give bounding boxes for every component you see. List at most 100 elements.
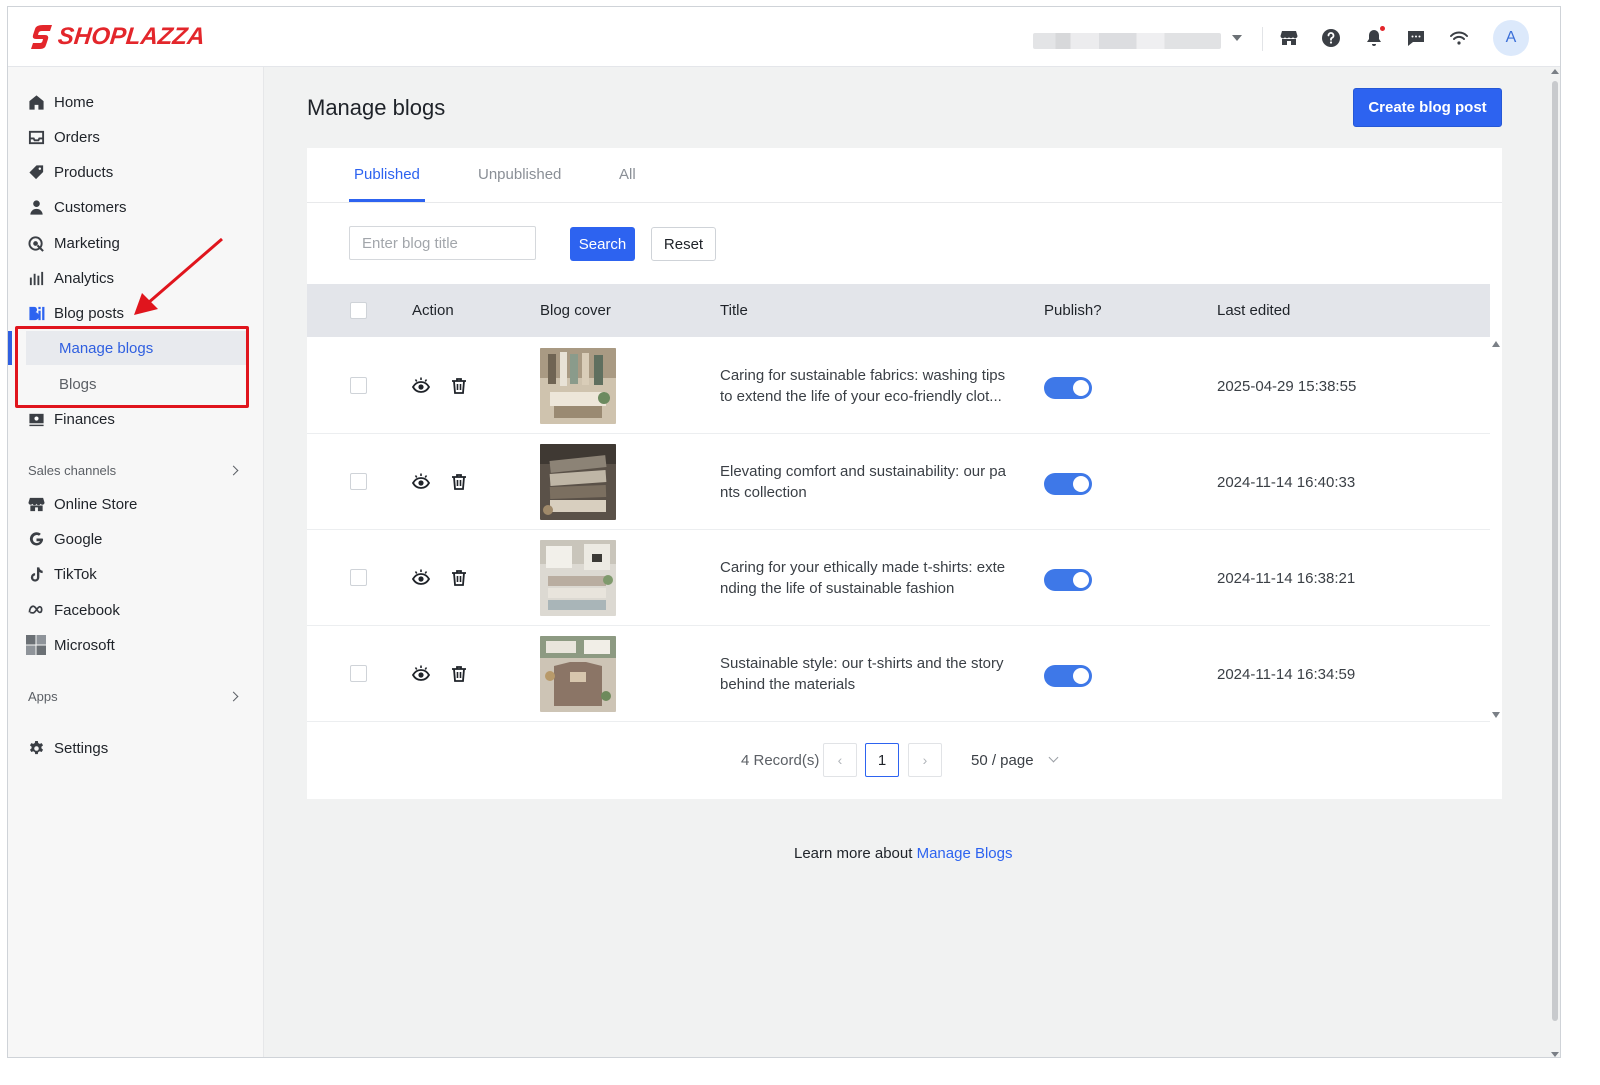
notification-dot: [1380, 26, 1385, 31]
blogs-card: Published Unpublished All Search Reset A…: [307, 148, 1502, 799]
table-row: Sustainable style: our t-shirts and the …: [307, 626, 1490, 722]
marketing-icon: [27, 234, 45, 252]
chevron-down-icon[interactable]: [1048, 752, 1059, 763]
sidebar-item-label: Microsoft: [54, 636, 115, 654]
sidebar: Home Orders Products Customers Marketing…: [8, 67, 264, 1057]
delete-trash-icon[interactable]: [449, 568, 469, 588]
sidebar-item-microsoft[interactable]: Microsoft: [8, 628, 264, 662]
sidebar-item-orders[interactable]: Orders: [8, 120, 264, 154]
row-checkbox[interactable]: [350, 569, 367, 586]
sidebar-item-label: TikTok: [54, 565, 97, 583]
row-checkbox[interactable]: [350, 377, 367, 394]
scroll-up-icon[interactable]: [1551, 69, 1559, 74]
tab-unpublished[interactable]: Unpublished: [478, 166, 561, 183]
pagination: 4 Record(s) ‹ 1 › 50 / page: [307, 743, 1502, 779]
chevron-right-icon[interactable]: [228, 465, 239, 476]
last-edited-date: 2024-11-14 16:34:59: [1217, 666, 1356, 683]
blog-title[interactable]: Caring for your ethically made t-shirts:…: [720, 557, 1012, 599]
next-page-button[interactable]: ›: [908, 743, 942, 777]
select-all-checkbox[interactable]: [350, 302, 367, 319]
store-selector[interactable]: [1033, 33, 1221, 49]
bell-icon[interactable]: [1363, 26, 1385, 49]
row-checkbox[interactable]: [350, 473, 367, 490]
gear-icon: [27, 739, 45, 757]
sidebar-item-home[interactable]: Home: [8, 85, 264, 119]
tab-bar: Published Unpublished All: [307, 148, 1502, 203]
scrollbar-thumb[interactable]: [1552, 81, 1558, 1021]
manage-blogs-help-link[interactable]: Manage Blogs: [917, 845, 1013, 862]
tag-icon: [27, 163, 45, 181]
sidebar-item-label: Google: [54, 530, 103, 548]
meta-icon: [27, 601, 45, 619]
blog-cover-image: [540, 636, 616, 712]
column-header-publish: Publish?: [1044, 302, 1102, 319]
chevron-down-icon[interactable]: [1232, 35, 1242, 41]
store-icon: [27, 495, 45, 513]
reset-button[interactable]: Reset: [651, 227, 716, 261]
blog-title[interactable]: Sustainable style: our t-shirts and the …: [720, 653, 1012, 695]
sidebar-item-label: Orders: [54, 128, 100, 146]
table-row: Elevating comfort and sustainability: ou…: [307, 434, 1490, 530]
search-input[interactable]: [349, 226, 536, 260]
table-row: Caring for your ethically made t-shirts:…: [307, 530, 1490, 626]
page-scrollbar[interactable]: [1549, 67, 1560, 1057]
table-scroll-up-icon[interactable]: [1492, 341, 1500, 347]
delete-trash-icon[interactable]: [449, 472, 469, 492]
help-icon[interactable]: [1320, 27, 1342, 49]
sidebar-item-label: Settings: [54, 739, 109, 757]
blog-title[interactable]: Elevating comfort and sustainability: ou…: [720, 461, 1012, 503]
sidebar-item-products[interactable]: Products: [8, 155, 264, 189]
avatar[interactable]: A: [1493, 20, 1529, 56]
row-checkbox[interactable]: [350, 665, 367, 682]
chevron-right-icon[interactable]: [228, 691, 239, 702]
delete-trash-icon[interactable]: [449, 664, 469, 684]
google-icon: [27, 530, 45, 548]
scroll-down-icon[interactable]: [1551, 1052, 1559, 1057]
last-edited-date: 2025-04-29 15:38:55: [1217, 378, 1357, 395]
sidebar-item-online-store[interactable]: Online Store: [8, 487, 264, 521]
apps-label[interactable]: Apps: [28, 689, 58, 704]
sidebar-item-label: Blog posts: [54, 304, 125, 322]
logo[interactable]: SHOPLAZZA: [28, 23, 207, 51]
create-blog-post-button[interactable]: Create blog post: [1353, 88, 1502, 127]
sidebar-item-facebook[interactable]: Facebook: [8, 593, 264, 627]
sidebar-item-settings[interactable]: Settings: [8, 731, 264, 765]
app-window: SHOPLAZZA A Home Orders Products Custome…: [7, 6, 1561, 1058]
wifi-icon[interactable]: [1448, 27, 1470, 49]
publish-toggle[interactable]: [1044, 377, 1092, 399]
preview-eye-icon[interactable]: [411, 664, 431, 684]
sidebar-item-label: Marketing: [54, 234, 120, 252]
preview-eye-icon[interactable]: [411, 568, 431, 588]
table-scroll-down-icon[interactable]: [1492, 712, 1500, 718]
sidebar-item-label: Facebook: [54, 601, 120, 619]
record-count: 4 Record(s): [741, 752, 820, 769]
tab-published[interactable]: Published: [354, 166, 420, 183]
preview-eye-icon[interactable]: [411, 472, 431, 492]
publish-toggle[interactable]: [1044, 665, 1092, 687]
page-size-select[interactable]: 50 / page: [971, 752, 1034, 769]
sidebar-item-customers[interactable]: Customers: [8, 190, 264, 224]
sidebar-item-tiktok[interactable]: TikTok: [8, 557, 264, 591]
store-icon[interactable]: [1278, 27, 1300, 49]
search-button[interactable]: Search: [570, 227, 635, 261]
prev-page-button[interactable]: ‹: [823, 743, 857, 777]
delete-trash-icon[interactable]: [449, 376, 469, 396]
sidebar-item-google[interactable]: Google: [8, 522, 264, 556]
blog-title[interactable]: Caring for sustainable fabrics: washing …: [720, 365, 1012, 407]
sales-channels-label[interactable]: Sales channels: [28, 463, 116, 478]
brand-name: SHOPLAZZA: [56, 23, 207, 50]
table-row: Caring for sustainable fabrics: washing …: [307, 338, 1490, 434]
message-icon[interactable]: [1405, 27, 1427, 49]
publish-toggle[interactable]: [1044, 473, 1092, 495]
table-header: Action Blog cover Title Publish? Last ed…: [307, 284, 1490, 337]
page-number-button[interactable]: 1: [865, 743, 899, 777]
column-header-last-edited[interactable]: Last edited: [1217, 302, 1290, 319]
microsoft-icon: [25, 634, 47, 656]
annotation-arrow-icon: [134, 237, 223, 315]
publish-toggle[interactable]: [1044, 569, 1092, 591]
preview-eye-icon[interactable]: [411, 376, 431, 396]
blog-icon: [27, 304, 45, 322]
divider: [1262, 27, 1263, 51]
tab-all[interactable]: All: [619, 166, 636, 183]
column-header-blog-cover: Blog cover: [540, 302, 611, 319]
